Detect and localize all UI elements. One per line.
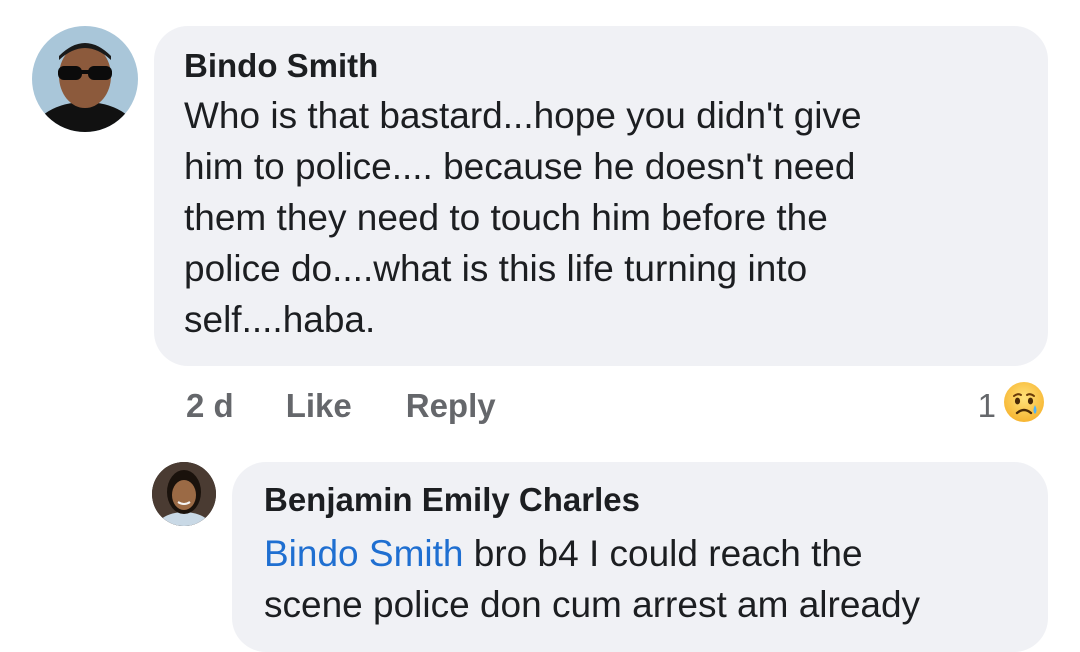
avatar-benjamin-emily-charles[interactable] xyxy=(152,462,216,526)
reply-button[interactable]: Reply xyxy=(406,387,496,425)
reply-text: Bindo Smith bro b4 I could reach the sce… xyxy=(264,528,1028,630)
reply-author[interactable]: Benjamin Emily Charles xyxy=(264,480,1028,520)
sad-reaction-icon xyxy=(1002,380,1046,432)
comment-actions: 2 d Like Reply xyxy=(186,384,496,428)
comment-line: them they need to touch him before the xyxy=(184,197,828,238)
comment-line: self....haba. xyxy=(184,299,376,340)
comment-timestamp[interactable]: 2 d xyxy=(186,387,234,425)
reply-line: Bindo Smith bro b4 I could reach the xyxy=(264,528,1028,579)
like-button[interactable]: Like xyxy=(286,387,352,425)
reply-line: scene police don cum arrest am already xyxy=(264,584,921,625)
comment-line: police do....what is this life turning i… xyxy=(184,248,808,289)
comment-author[interactable]: Bindo Smith xyxy=(184,46,1024,86)
reply-text-first: bro b4 I could reach the xyxy=(463,533,863,574)
comment-text: Who is that bastard...hope you didn't gi… xyxy=(184,90,1024,345)
comment-bubble: Bindo Smith Who is that bastard...hope y… xyxy=(154,26,1048,366)
avatar-bindo-smith[interactable] xyxy=(32,26,138,132)
comment-line: him to police.... because he doesn't nee… xyxy=(184,146,856,187)
mention-link[interactable]: Bindo Smith xyxy=(264,533,464,574)
reaction-summary[interactable]: 1 xyxy=(978,380,1046,432)
reply-bubble: Benjamin Emily Charles Bindo Smith bro b… xyxy=(232,462,1048,652)
reaction-count: 1 xyxy=(977,387,996,424)
comment-line: Who is that bastard...hope you didn't gi… xyxy=(184,95,862,136)
